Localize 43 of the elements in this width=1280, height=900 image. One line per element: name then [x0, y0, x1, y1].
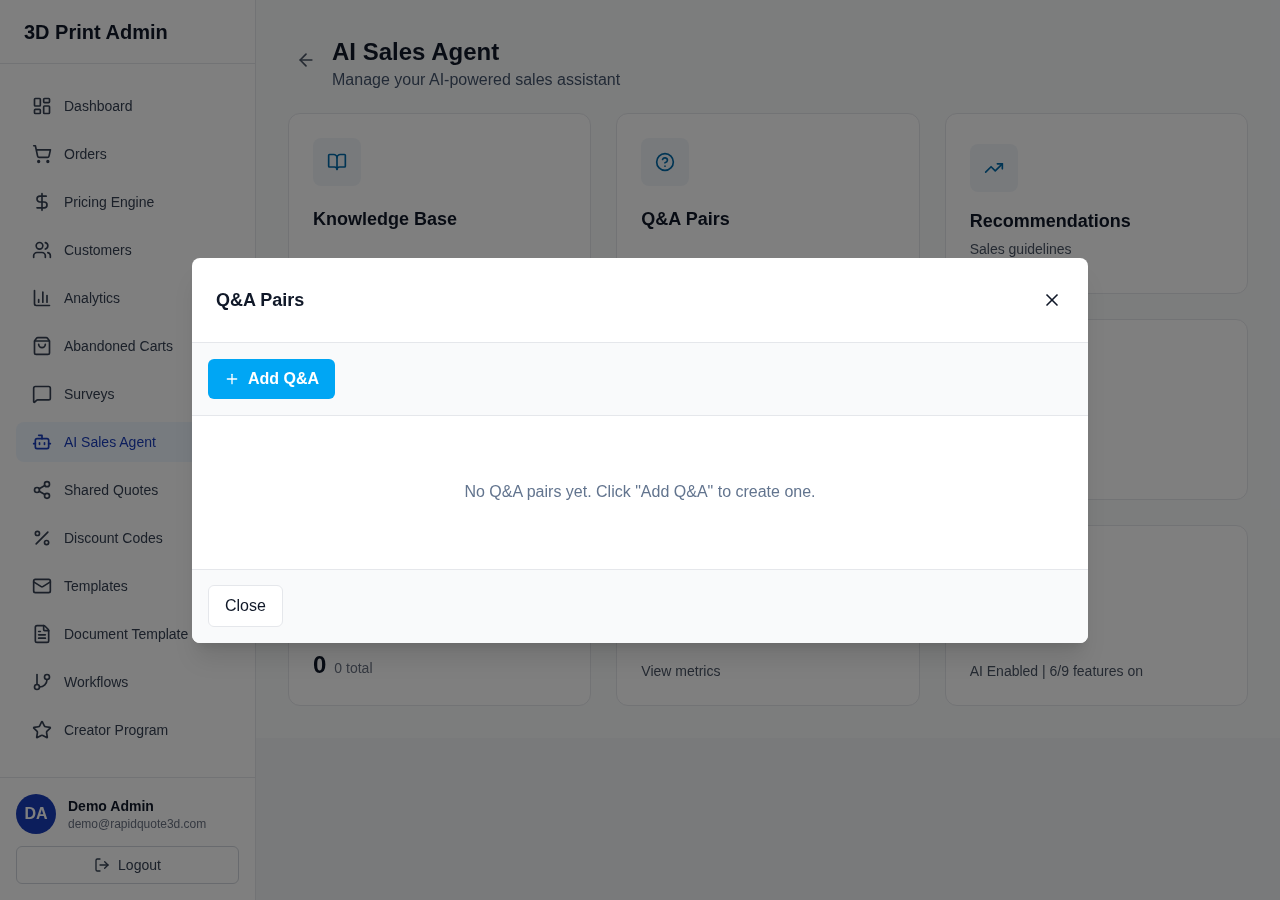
branch-icon: [32, 672, 52, 692]
brand-title: 3D Print Admin: [24, 19, 168, 45]
document-icon: [32, 624, 52, 644]
logout-button[interactable]: Logout: [16, 846, 239, 884]
empty-message: No Q&A pairs yet. Click "Add Q&A" to create one.: [464, 482, 816, 502]
nav-item[interactable]: Shared Quotes: [16, 470, 239, 510]
help-icon: [655, 152, 676, 172]
bag-icon: [32, 336, 52, 356]
stat-caption: 0 total: [334, 659, 373, 678]
cart-icon: [32, 144, 52, 164]
users-icon: [32, 240, 52, 260]
robot-icon: [32, 432, 52, 452]
modal-title: Q&A Pairs: [216, 288, 305, 312]
nav-item[interactable]: Dashboard: [16, 86, 239, 126]
dashboard-icon: [32, 96, 52, 116]
card-caption: View metrics: [641, 662, 722, 681]
chat-bubble-icon: [32, 384, 52, 404]
page-title: AI Sales Agent: [332, 37, 501, 67]
user-email: demo@rapidquote3d.com: [68, 816, 207, 832]
card-title: Knowledge Base: [313, 208, 459, 231]
user-name: Demo Admin: [68, 797, 155, 816]
nav-item[interactable]: Workflows: [16, 662, 239, 702]
card-caption: Sales guidelines: [969, 240, 1073, 259]
percent-icon: [32, 528, 52, 548]
star-icon: [32, 720, 52, 740]
add-qa-button[interactable]: Add Q&A: [208, 358, 336, 399]
share-icon: [32, 480, 52, 500]
book-icon: [327, 152, 347, 172]
stat-value: 0: [313, 650, 327, 680]
nav-item[interactable]: Pricing Engine: [16, 182, 239, 222]
bar-chart-icon: [32, 288, 52, 308]
nav-item[interactable]: Customers: [16, 230, 239, 270]
avatar: DA: [16, 794, 56, 834]
logout-icon: [94, 857, 111, 873]
nav-item[interactable]: Orders: [16, 134, 239, 174]
page-subtitle: Manage your AI-powered sales assistant: [332, 70, 621, 90]
card-title: Recommendations: [969, 210, 1132, 233]
mail-icon: [32, 576, 52, 596]
card-caption: AI Enabled | 6/9 features on: [969, 662, 1144, 681]
close-dialog-button[interactable]: Close: [208, 585, 283, 627]
card-title: Q&A Pairs: [641, 208, 731, 231]
nav-item[interactable]: Creator Program: [16, 710, 239, 750]
nav-item[interactable]: Discount Codes: [16, 518, 239, 558]
